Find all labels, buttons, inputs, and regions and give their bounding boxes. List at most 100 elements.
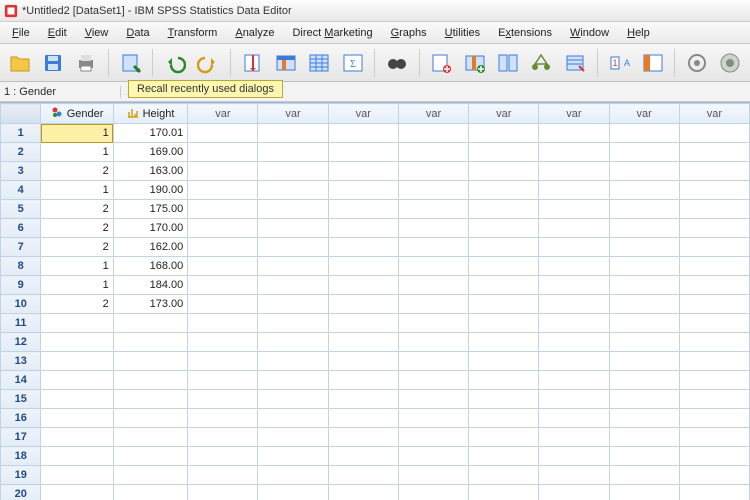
cell[interactable]	[398, 485, 468, 500]
menu-graphs[interactable]: Graphs	[383, 25, 435, 41]
cell[interactable]	[539, 219, 609, 238]
cell[interactable]	[679, 390, 749, 409]
cell[interactable]	[328, 124, 398, 143]
row-number[interactable]: 5	[1, 200, 41, 219]
run-descriptives-button[interactable]: Σ	[339, 48, 366, 78]
cell[interactable]	[539, 276, 609, 295]
cell[interactable]	[113, 485, 187, 500]
cell[interactable]	[328, 162, 398, 181]
cell[interactable]	[609, 466, 679, 485]
cell[interactable]	[398, 257, 468, 276]
cell[interactable]	[469, 352, 539, 371]
cell[interactable]	[469, 485, 539, 500]
row-number[interactable]: 4	[1, 181, 41, 200]
cell[interactable]	[609, 352, 679, 371]
cell[interactable]	[258, 314, 328, 333]
cell[interactable]	[188, 390, 258, 409]
use-variable-sets-button[interactable]	[639, 48, 666, 78]
cell[interactable]	[469, 390, 539, 409]
column-header-height[interactable]: Height	[113, 104, 187, 124]
cell[interactable]	[41, 466, 113, 485]
menu-utilities[interactable]: Utilities	[437, 25, 488, 41]
cell[interactable]	[258, 466, 328, 485]
cell[interactable]	[398, 390, 468, 409]
row-number[interactable]: 3	[1, 162, 41, 181]
cell[interactable]	[188, 371, 258, 390]
cell[interactable]	[469, 428, 539, 447]
cell[interactable]	[188, 162, 258, 181]
cell[interactable]	[679, 333, 749, 352]
row-number[interactable]: 11	[1, 314, 41, 333]
cell[interactable]	[679, 371, 749, 390]
cell[interactable]: 173.00	[113, 295, 187, 314]
cell[interactable]	[41, 409, 113, 428]
row-number[interactable]: 17	[1, 428, 41, 447]
cell[interactable]	[328, 257, 398, 276]
cell[interactable]	[469, 447, 539, 466]
cell[interactable]	[679, 295, 749, 314]
cell[interactable]	[398, 371, 468, 390]
cell[interactable]	[469, 257, 539, 276]
column-header-var[interactable]: var	[539, 104, 609, 124]
data-grid[interactable]: GenderHeightvarvarvarvarvarvarvarvar 111…	[0, 102, 750, 500]
cell[interactable]	[469, 238, 539, 257]
cell[interactable]	[469, 143, 539, 162]
cell[interactable]	[41, 314, 113, 333]
cell[interactable]	[609, 143, 679, 162]
cell[interactable]	[398, 428, 468, 447]
cell[interactable]	[398, 162, 468, 181]
cell[interactable]	[41, 485, 113, 500]
cell[interactable]	[328, 200, 398, 219]
cell[interactable]	[258, 200, 328, 219]
cell[interactable]: 175.00	[113, 200, 187, 219]
cell[interactable]	[609, 162, 679, 181]
cell[interactable]	[398, 200, 468, 219]
show-all-variables-button[interactable]	[683, 48, 710, 78]
cell[interactable]	[398, 219, 468, 238]
variables-button[interactable]	[306, 48, 333, 78]
row-number[interactable]: 13	[1, 352, 41, 371]
cell[interactable]	[609, 181, 679, 200]
cell[interactable]: 162.00	[113, 238, 187, 257]
cell[interactable]	[398, 447, 468, 466]
cell[interactable]	[609, 124, 679, 143]
cell[interactable]	[539, 238, 609, 257]
column-header-gender[interactable]: Gender	[41, 104, 113, 124]
cell[interactable]: 2	[41, 295, 113, 314]
cell[interactable]	[188, 200, 258, 219]
cell[interactable]	[679, 428, 749, 447]
cell[interactable]	[539, 257, 609, 276]
cell[interactable]	[539, 124, 609, 143]
cell[interactable]	[188, 447, 258, 466]
cell[interactable]	[679, 447, 749, 466]
cell[interactable]	[609, 390, 679, 409]
cell[interactable]	[258, 485, 328, 500]
cell[interactable]: 170.00	[113, 219, 187, 238]
cell[interactable]	[398, 238, 468, 257]
cell[interactable]	[258, 447, 328, 466]
cell[interactable]: 2	[41, 238, 113, 257]
row-number[interactable]: 6	[1, 219, 41, 238]
cell[interactable]: 1	[41, 276, 113, 295]
cell[interactable]	[609, 485, 679, 500]
cell[interactable]	[258, 238, 328, 257]
cell[interactable]	[328, 466, 398, 485]
row-number[interactable]: 14	[1, 371, 41, 390]
cell[interactable]	[469, 181, 539, 200]
menu-extensions[interactable]: Extensions	[490, 25, 560, 41]
row-number[interactable]: 16	[1, 409, 41, 428]
cell[interactable]	[398, 409, 468, 428]
cell[interactable]	[188, 314, 258, 333]
cell[interactable]	[398, 276, 468, 295]
row-number[interactable]: 8	[1, 257, 41, 276]
cell[interactable]	[398, 295, 468, 314]
cell[interactable]	[469, 295, 539, 314]
cell[interactable]	[539, 390, 609, 409]
row-number[interactable]: 2	[1, 143, 41, 162]
cell[interactable]	[539, 162, 609, 181]
grid-corner[interactable]	[1, 104, 41, 124]
open-file-button[interactable]	[6, 48, 33, 78]
menu-data[interactable]: Data	[118, 25, 157, 41]
cell[interactable]	[188, 238, 258, 257]
row-number[interactable]: 7	[1, 238, 41, 257]
